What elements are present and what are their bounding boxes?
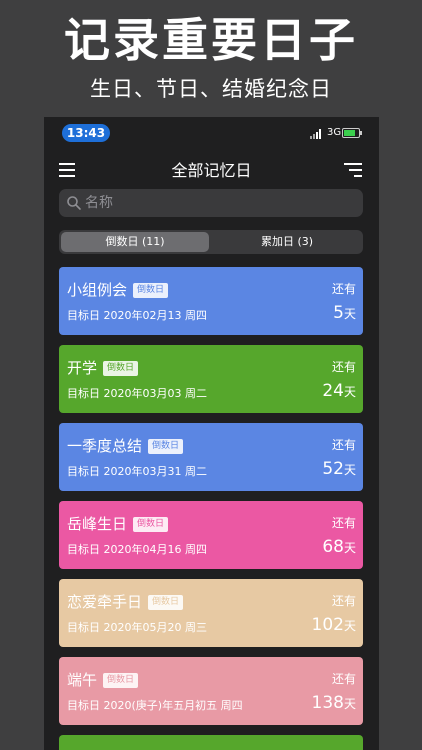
event-name: 岳峰生日 xyxy=(67,515,128,533)
days-number: 24 xyxy=(322,381,344,401)
remain-label: 还有 xyxy=(331,672,356,686)
days-unit: 天 xyxy=(343,385,356,399)
target-date: 目标日 2020年05月20 周三 xyxy=(67,621,207,634)
event-card[interactable]: 开学 倒数日 目标日 2020年03月03 周二 还有 24天 xyxy=(59,345,363,413)
days-unit: 天 xyxy=(343,541,356,555)
event-card-partial[interactable] xyxy=(59,735,363,750)
type-tag: 倒数日 xyxy=(148,439,184,454)
event-card[interactable]: 岳峰生日 倒数日 目标日 2020年04月16 周四 还有 68天 xyxy=(59,501,363,569)
event-card[interactable]: 恋爱牵手日 倒数日 目标日 2020年05月20 周三 还有 102天 xyxy=(59,579,363,647)
target-date: 目标日 2020年02月13 周四 xyxy=(67,309,207,322)
days-number: 5 xyxy=(333,303,344,323)
target-date: 目标日 2020(庚子)年五月初五 周四 xyxy=(67,699,243,712)
navigation-bar: 全部记忆日 xyxy=(44,153,379,189)
days-unit: 天 xyxy=(343,463,356,477)
event-card[interactable]: 小组例会 倒数日 目标日 2020年02月13 周四 还有 5天 xyxy=(59,267,363,335)
target-date: 目标日 2020年03月31 周二 xyxy=(67,465,207,478)
phone-screen: 13:43 3G 全部记忆日 名称 倒数日 (11) 累加日 (3) 小组例会 … xyxy=(44,117,379,750)
event-name: 恋爱牵手日 xyxy=(67,593,143,611)
type-tag: 倒数日 xyxy=(133,517,169,532)
remain-label: 还有 xyxy=(331,282,356,296)
type-tag: 倒数日 xyxy=(148,595,184,610)
search-placeholder: 名称 xyxy=(85,195,113,211)
event-card[interactable]: 端午 倒数日 目标日 2020(庚子)年五月初五 周四 还有 138天 xyxy=(59,657,363,725)
days-count: 24天 xyxy=(322,379,356,404)
type-tag: 倒数日 xyxy=(133,283,169,298)
days-count: 68天 xyxy=(322,535,356,560)
page-title: 全部记忆日 xyxy=(171,161,252,180)
days-number: 52 xyxy=(322,459,344,479)
event-card[interactable]: 一季度总结 倒数日 目标日 2020年03月31 周二 还有 52天 xyxy=(59,423,363,491)
event-name: 开学 xyxy=(67,359,98,377)
days-number: 138 xyxy=(311,693,344,713)
type-tag: 倒数日 xyxy=(103,673,139,688)
days-count: 5天 xyxy=(333,301,356,326)
days-count: 138天 xyxy=(312,691,356,716)
tab-countdown[interactable]: 倒数日 (11) xyxy=(61,232,209,252)
days-number: 68 xyxy=(322,537,344,557)
promo-subtitle: 生日、节日、结婚纪念日 xyxy=(90,77,332,101)
event-name: 端午 xyxy=(67,671,98,689)
days-count: 52天 xyxy=(322,457,356,482)
event-name: 小组例会 xyxy=(67,281,128,299)
target-date: 目标日 2020年04月16 周四 xyxy=(67,543,207,556)
days-unit: 天 xyxy=(343,619,356,633)
days-unit: 天 xyxy=(343,307,356,321)
remain-label: 还有 xyxy=(331,360,356,374)
promo-title: 记录重要日子 xyxy=(64,13,358,67)
sort-icon[interactable] xyxy=(344,163,362,177)
remain-label: 还有 xyxy=(331,516,356,530)
remain-label: 还有 xyxy=(331,438,356,452)
status-time: 13:43 xyxy=(62,124,110,142)
days-count: 102天 xyxy=(312,613,356,638)
days-unit: 天 xyxy=(343,697,356,711)
status-bar: 13:43 3G xyxy=(44,117,379,149)
remain-label: 还有 xyxy=(331,594,356,608)
tab-cumulative[interactable]: 累加日 (3) xyxy=(213,232,361,252)
battery-icon xyxy=(342,128,362,138)
target-date: 目标日 2020年03月03 周二 xyxy=(67,387,207,400)
event-name: 一季度总结 xyxy=(67,437,143,455)
search-input[interactable]: 名称 xyxy=(59,189,363,217)
type-tag: 倒数日 xyxy=(103,361,139,376)
signal-icon xyxy=(310,129,324,139)
search-icon xyxy=(67,196,81,210)
network-type: 3G xyxy=(327,127,342,138)
days-number: 102 xyxy=(311,615,344,635)
segmented-control: 倒数日 (11) 累加日 (3) xyxy=(59,230,363,254)
